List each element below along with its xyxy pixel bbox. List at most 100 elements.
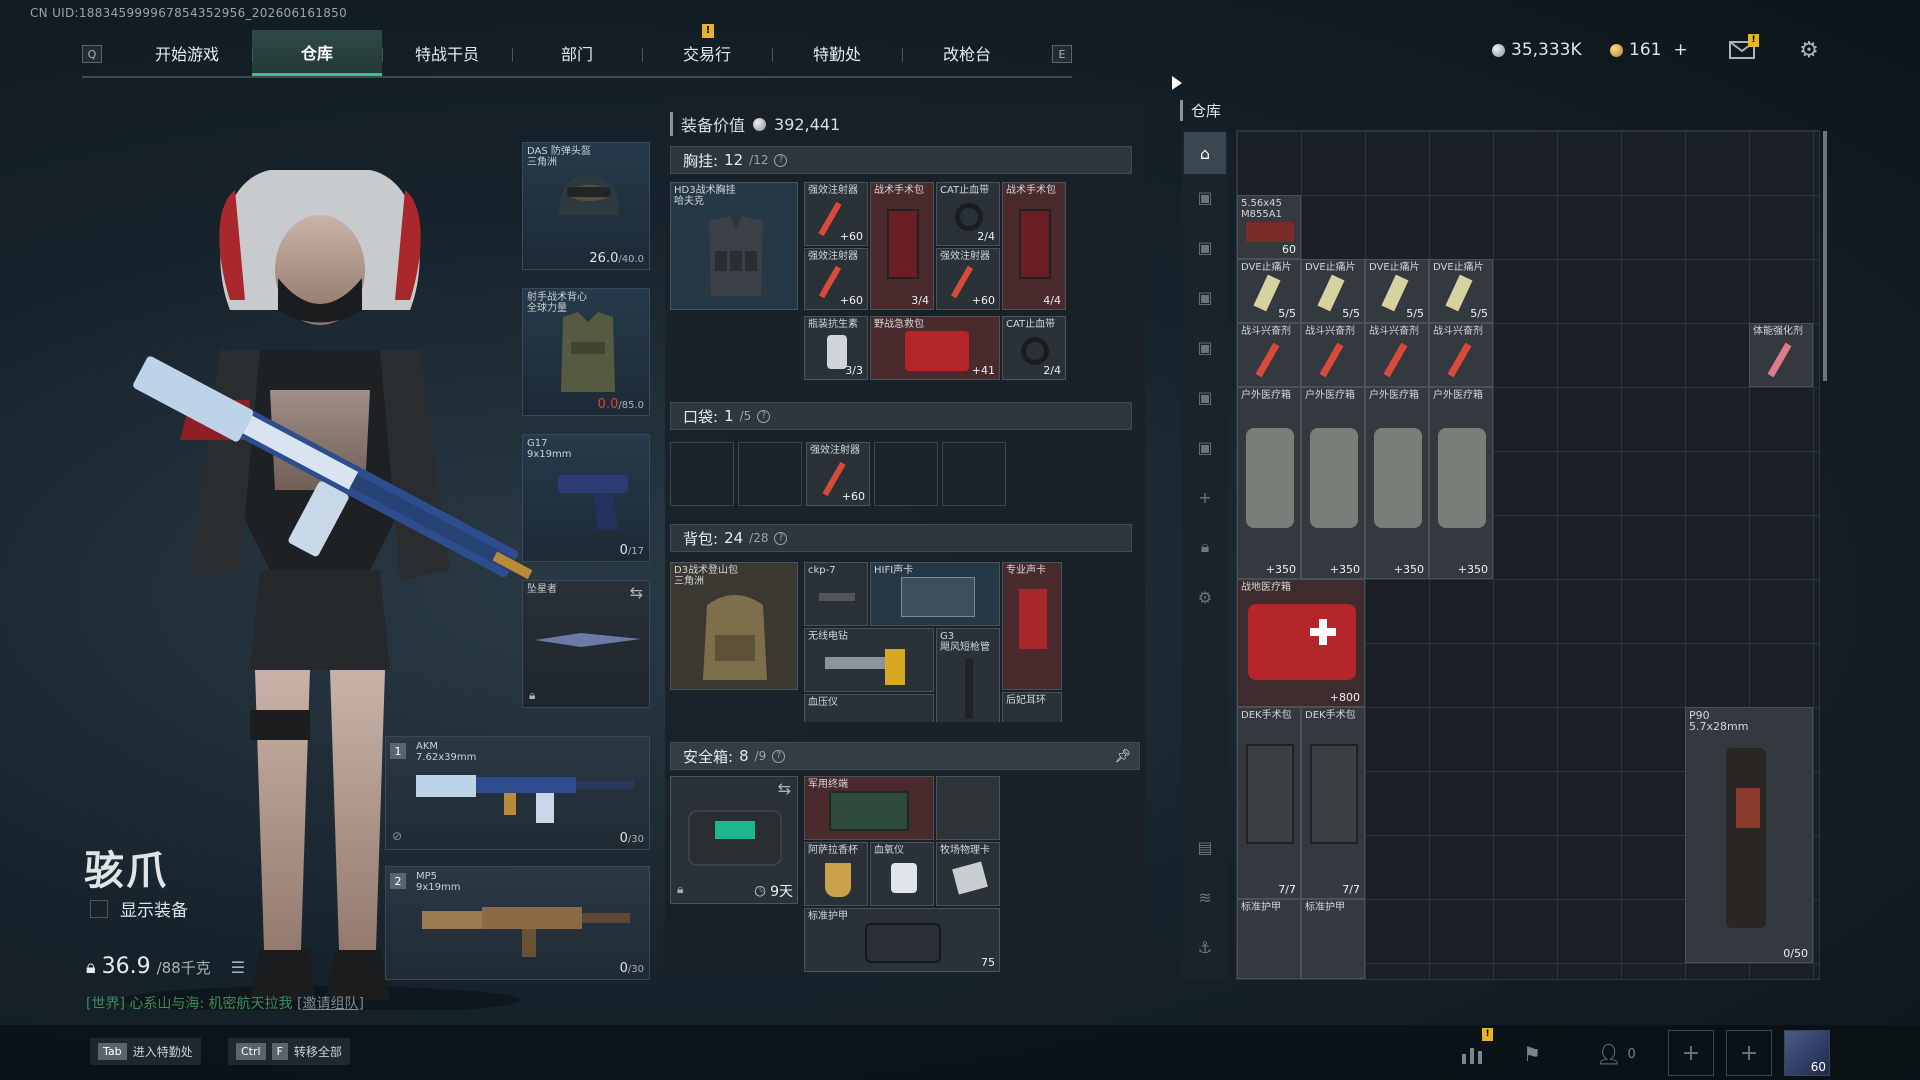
tab-special-ops[interactable]: 特勤处 (772, 30, 902, 76)
show-equipment-checkbox[interactable] (90, 899, 108, 918)
player-avatar[interactable]: 60 (1784, 1030, 1830, 1076)
pocket-slot[interactable] (670, 442, 734, 506)
sort-icon[interactable]: ▤ (1192, 834, 1218, 860)
chat-line[interactable]: [世界] 心系山与海: 机密航天拉我 [邀请组队] (86, 993, 364, 1013)
add-teammate-slot[interactable]: + (1668, 1030, 1714, 1076)
backpack-item[interactable]: 后妃耳环 (1002, 692, 1062, 722)
chest-item[interactable]: 强效注射器 +60 (804, 182, 868, 246)
stash-item[interactable]: 户外医疗箱 +350 (1237, 387, 1301, 579)
add-tab-icon[interactable]: + (1192, 484, 1218, 510)
stash-item[interactable]: 户外医疗箱 +350 (1301, 387, 1365, 579)
tab-operators[interactable]: 特战干员 (382, 30, 512, 76)
nav-next-key[interactable]: E (1052, 45, 1072, 63)
swap-icon[interactable]: ⇆ (630, 583, 643, 602)
chest-item[interactable]: CAT止血带 2/4 (1002, 316, 1066, 380)
backpack-item[interactable]: G3 飓风短枪管 (936, 628, 1000, 722)
stash-item[interactable]: 户外医疗箱 +350 (1429, 387, 1493, 579)
enter-special-ops-button[interactable]: Tab 进入特勤处 (90, 1038, 201, 1065)
stash-tab-1-icon[interactable]: ▣ (1192, 184, 1218, 210)
stash-all-icon[interactable]: ⌂ (1184, 132, 1226, 174)
stash-item[interactable]: DVE止痛片 5/5 (1429, 259, 1493, 323)
stats-icon[interactable]: ! (1454, 1028, 1493, 1072)
swap-icon[interactable]: ⇆ (778, 779, 791, 798)
stash-item[interactable]: DEK手术包 7/7 (1301, 707, 1365, 899)
stash-tab-3-icon[interactable]: ▣ (1192, 284, 1218, 310)
stash-item[interactable]: 5.56x45 M855A1 60 (1237, 195, 1301, 259)
stash-item[interactable]: 战斗兴奋剂 (1237, 323, 1301, 387)
add-teammate-slot[interactable]: + (1726, 1030, 1772, 1076)
pocket-slot[interactable] (738, 442, 802, 506)
flag-icon[interactable]: ⚑ (1514, 1036, 1550, 1072)
chest-item[interactable]: 战术手术包 3/4 (870, 182, 934, 310)
stash-item[interactable]: DVE止痛片 5/5 (1365, 259, 1429, 323)
stash-item[interactable]: DVE止痛片 5/5 (1301, 259, 1365, 323)
gear-icon[interactable]: ⚙ (1192, 584, 1218, 610)
tab-market[interactable]: 交易行! (642, 24, 772, 76)
backpack-slot[interactable]: D3战术登山包 三角洲 (670, 562, 798, 690)
stash-tab-5-icon[interactable]: ▣ (1192, 384, 1218, 410)
stash-item[interactable]: DEK手术包 7/7 (1237, 707, 1301, 899)
backpack-item[interactable]: HIFI声卡 (870, 562, 1000, 626)
stash-item[interactable]: 战斗兴奋剂 (1429, 323, 1493, 387)
list-icon[interactable]: ☰ (231, 958, 245, 977)
add-currency-icon[interactable]: + (1673, 40, 1687, 60)
stash-item[interactable]: 体能强化剂 (1749, 323, 1813, 387)
mail-icon[interactable]: ! (1728, 34, 1759, 62)
layers-icon[interactable]: ≋ (1192, 884, 1218, 910)
team-button[interactable]: 👤︎ 0 (1588, 1036, 1644, 1072)
stash-item[interactable]: P90 5.7x28mm 0/50 (1685, 707, 1813, 963)
stash-item[interactable]: 战斗兴奋剂 (1365, 323, 1429, 387)
chest-item[interactable]: 战术手术包 4/4 (1002, 182, 1066, 310)
stash-item[interactable]: DVE止痛片 5/5 (1237, 259, 1301, 323)
stash-item[interactable]: 标准护甲 (1237, 899, 1301, 979)
stash-tab-4-icon[interactable]: ▣ (1192, 334, 1218, 360)
safebox-empty-slot[interactable] (936, 776, 1000, 840)
safebox-item[interactable]: 血氧仪 (870, 842, 934, 906)
help-icon[interactable]: ? (774, 531, 788, 545)
melee-slot[interactable]: 坠星者 ⇆ 🔒︎ (522, 580, 650, 708)
pocket-slot[interactable] (874, 442, 938, 506)
stash-item[interactable]: 户外医疗箱 +350 (1365, 387, 1429, 579)
show-equipment-toggle[interactable]: 显示装备 (90, 896, 188, 921)
armor-slot[interactable]: 射手战术背心 全球力量 0.0/85.0 (522, 288, 650, 416)
tab-gunsmith[interactable]: 改枪台 (902, 30, 1032, 76)
stash-tab-6-icon[interactable]: ▣ (1192, 434, 1218, 460)
stash-item[interactable]: 战斗兴奋剂 (1301, 323, 1365, 387)
invite-team-link[interactable]: [邀请组队] (297, 996, 364, 1012)
tab-warehouse[interactable]: 仓库 (252, 30, 382, 76)
pocket-slot[interactable]: 强效注射器 +60 (806, 442, 870, 506)
backpack-item[interactable]: 专业声卡 (1002, 562, 1062, 690)
chest-item[interactable]: 野战急救包 +41 (870, 316, 1000, 380)
pin-icon[interactable]: 📌︎ (1114, 749, 1131, 764)
helmet-slot[interactable]: DAS 防弹头盔 三角洲 26.0/40.0 (522, 142, 650, 270)
safebox-item[interactable]: 军用终端 (804, 776, 934, 840)
backpack-item[interactable]: 无线电钻 (804, 628, 934, 692)
transfer-all-button[interactable]: Ctrl F 转移全部 (228, 1038, 350, 1065)
tab-start-game[interactable]: 开始游戏 (122, 30, 252, 76)
settings-gear-icon[interactable]: ⚙ (1795, 38, 1823, 63)
safebox-item[interactable]: 牧场物理卡 (936, 842, 1000, 906)
stash-tab-2-icon[interactable]: ▣ (1192, 234, 1218, 260)
help-icon[interactable]: ? (772, 749, 786, 763)
safebox-slot[interactable]: ⇆ 🔒︎ 🕒︎ 9天 (670, 776, 798, 904)
chest-rig-slot[interactable]: HD3战术胸挂 哈夫克 (670, 182, 798, 310)
primary-weapon-slot[interactable]: 1 AKM 7.62x39mm ⊘ 0/30 (385, 736, 650, 850)
lock-icon[interactable]: 🔒︎ (1192, 534, 1218, 560)
help-icon[interactable]: ? (757, 409, 771, 423)
chest-item[interactable]: 强效注射器 +60 (804, 248, 868, 310)
help-icon[interactable]: ? (774, 153, 788, 167)
backpack-item[interactable]: 血压仪 (804, 694, 934, 722)
chest-item[interactable]: 强效注射器 +60 (936, 248, 1000, 310)
secondary-weapon-slot[interactable]: 2 MP5 9x19mm 0/30 (385, 866, 650, 980)
stash-item[interactable]: 标准护甲 (1301, 899, 1365, 979)
tab-department[interactable]: 部门 (512, 30, 642, 76)
nav-prev-key[interactable]: Q (82, 45, 102, 63)
backpack-item[interactable]: ckp-7 (804, 562, 868, 626)
stash-scrollbar[interactable] (1823, 131, 1827, 381)
chest-item[interactable]: 瓶装抗生素 3/3 (804, 316, 868, 380)
safebox-item[interactable]: 阿萨拉香杯 (804, 842, 868, 906)
chest-item[interactable]: CAT止血带 2/4 (936, 182, 1000, 246)
safebox-item[interactable]: 标准护甲 75 (804, 908, 1000, 972)
pocket-slot[interactable] (942, 442, 1006, 506)
gold-currency[interactable]: 161 + (1610, 40, 1688, 60)
